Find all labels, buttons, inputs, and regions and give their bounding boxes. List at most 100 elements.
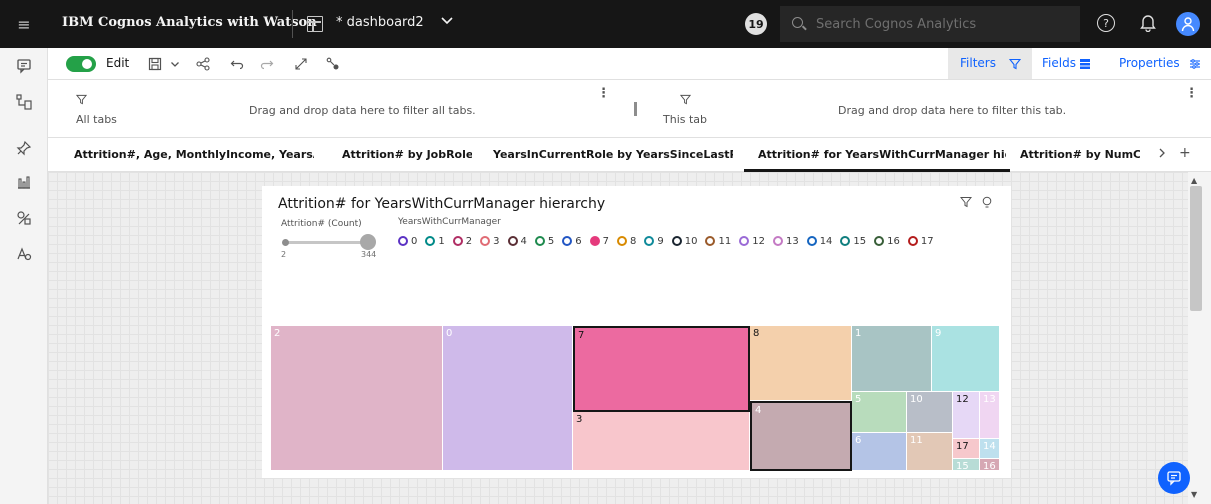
tab-5[interactable]: Attrition# by NumCo: [1020, 148, 1140, 161]
treemap-cell-11[interactable]: 11: [907, 433, 953, 471]
filters-button[interactable]: Filters: [960, 56, 996, 70]
notification-badge[interactable]: 19: [745, 13, 767, 35]
data-sources-icon[interactable]: [14, 92, 34, 112]
scroll-up-icon[interactable]: ▲: [1191, 176, 1197, 185]
add-tab-icon[interactable]: +: [1179, 145, 1191, 161]
treemap-cell-5[interactable]: 5: [852, 392, 907, 433]
treemap-cell-8[interactable]: 8: [750, 326, 852, 401]
legend-item-13[interactable]: 13: [772, 233, 799, 249]
search-input[interactable]: [816, 6, 1066, 42]
tab-3[interactable]: YearsInCurrentRole by YearsSinceLastPr(: [493, 148, 733, 161]
treemap-widget[interactable]: Attrition# for YearsWithCurrManager hier…: [262, 186, 1011, 478]
divider: [292, 10, 293, 38]
treemap-cell-label: 2: [274, 328, 281, 339]
fields-button[interactable]: Fields: [1042, 56, 1076, 70]
legend-label: 1: [438, 235, 445, 247]
this-tab-drop-zone[interactable]: Drag and drop data here to filter this t…: [838, 104, 1066, 117]
treemap-cell-6[interactable]: 6: [852, 433, 907, 471]
tab-4-active[interactable]: Attrition# for YearsWithCurrManager hier: [758, 148, 1006, 161]
treemap-cell-9[interactable]: 9: [932, 326, 1000, 392]
search-box[interactable]: [780, 6, 1080, 42]
size-legend-max: 344: [361, 250, 377, 259]
treemap-cell-15[interactable]: 15: [953, 459, 980, 471]
treemap-cell-12[interactable]: 12: [953, 392, 980, 439]
legend-item-15[interactable]: 15: [840, 233, 866, 249]
widgets-icon[interactable]: [14, 208, 34, 228]
pin-icon[interactable]: [14, 138, 34, 158]
save-icon[interactable]: [146, 55, 164, 73]
chat-icon[interactable]: [14, 56, 34, 76]
treemap-cell-17[interactable]: 17: [953, 439, 980, 459]
all-tabs-drop-zone[interactable]: Drag and drop data here to filter all ta…: [249, 104, 476, 117]
legend-item-11[interactable]: 11: [705, 233, 731, 249]
all-tabs-overflow-icon[interactable]: ⋮: [597, 86, 610, 101]
treemap-cell-2[interactable]: 2: [271, 326, 443, 471]
share-icon[interactable]: [194, 55, 212, 73]
legend-label: 8: [630, 235, 637, 247]
treemap-cell-label: 8: [753, 328, 760, 339]
save-menu-chevron-icon[interactable]: [166, 55, 184, 73]
treemap-cell-4[interactable]: 4: [750, 401, 852, 471]
drill-icon[interactable]: [324, 55, 342, 73]
widget-insight-icon[interactable]: [982, 196, 992, 212]
legend-item-16[interactable]: 16: [874, 233, 900, 249]
edit-toggle[interactable]: [66, 56, 96, 72]
legend-swatch: [617, 236, 627, 246]
filter-splitter[interactable]: [634, 102, 637, 116]
treemap-cell-13[interactable]: 13: [980, 392, 1000, 439]
scroll-down-icon[interactable]: ▼: [1191, 490, 1197, 499]
tab-1[interactable]: Attrition#, Age, MonthlyIncome, YearsAtC…: [74, 148, 314, 161]
treemap-chart[interactable]: 2 0 7 3 8 4 1 9 5 10 12 13 6 11 17 14 15 16: [271, 326, 1000, 471]
edit-label: Edit: [106, 56, 130, 70]
widget-title: Attrition# for YearsWithCurrManager hier…: [278, 196, 606, 212]
legend-item-4[interactable]: 4: [507, 233, 527, 249]
treemap-cell-label: 1: [855, 328, 862, 339]
chevron-down-icon[interactable]: [440, 13, 454, 31]
widget-filter-icon[interactable]: [959, 196, 973, 211]
properties-button[interactable]: Properties: [1119, 56, 1180, 70]
legend-item-9[interactable]: 9: [644, 233, 664, 249]
assistant-chat-button[interactable]: [1158, 462, 1190, 494]
legend-item-1[interactable]: 1: [425, 233, 445, 249]
legend-item-10[interactable]: 10: [671, 233, 697, 249]
legend-item-2[interactable]: 2: [452, 233, 472, 249]
legend-item-0[interactable]: 0: [398, 233, 417, 249]
legend-item-14[interactable]: 14: [806, 233, 833, 249]
redo-icon[interactable]: [258, 55, 276, 73]
treemap-cell-14[interactable]: 14: [980, 439, 1000, 459]
dashboard-name[interactable]: * dashboard2: [336, 15, 424, 30]
legend-item-17[interactable]: 17: [907, 233, 934, 249]
canvas-scrollbar-thumb[interactable]: [1190, 186, 1202, 311]
fullscreen-icon[interactable]: [292, 55, 310, 73]
treemap-cell-10[interactable]: 10: [907, 392, 953, 433]
treemap-cell-label: 7: [578, 330, 585, 341]
legend-swatch: [739, 236, 750, 246]
text-shape-icon[interactable]: [14, 244, 34, 264]
treemap-cell-16[interactable]: 16: [980, 459, 1000, 471]
legend-item-7[interactable]: 7: [589, 233, 609, 249]
legend-item-5[interactable]: 5: [534, 233, 554, 249]
legend-label: 16: [887, 235, 900, 247]
treemap-cell-3[interactable]: 3: [573, 412, 750, 471]
treemap-cell-label: 12: [956, 394, 969, 405]
legend-item-6[interactable]: 6: [562, 233, 582, 249]
legend-label: 14: [819, 235, 833, 247]
treemap-cell-0[interactable]: 0: [443, 326, 573, 471]
legend-swatch: [840, 236, 851, 246]
all-tabs-label: All tabs: [76, 113, 117, 126]
undo-icon[interactable]: [228, 55, 246, 73]
treemap-cell-7[interactable]: 7: [573, 326, 750, 412]
visualizations-icon[interactable]: [14, 172, 34, 192]
legend-item-3[interactable]: 3: [480, 233, 500, 249]
user-avatar-icon[interactable]: [1176, 12, 1200, 36]
tab-2[interactable]: Attrition# by JobRole: [342, 148, 472, 161]
bell-icon[interactable]: [1138, 13, 1158, 33]
tab-scroll-right-icon[interactable]: [1157, 147, 1167, 162]
help-icon[interactable]: ?: [1097, 14, 1115, 32]
legend-item-12[interactable]: 12: [739, 233, 765, 249]
legend-label: 12: [752, 235, 765, 247]
treemap-cell-1[interactable]: 1: [852, 326, 932, 392]
legend-item-8[interactable]: 8: [617, 233, 636, 249]
this-tab-overflow-icon[interactable]: ⋮: [1185, 86, 1198, 101]
menu-icon[interactable]: ≡: [0, 0, 48, 48]
